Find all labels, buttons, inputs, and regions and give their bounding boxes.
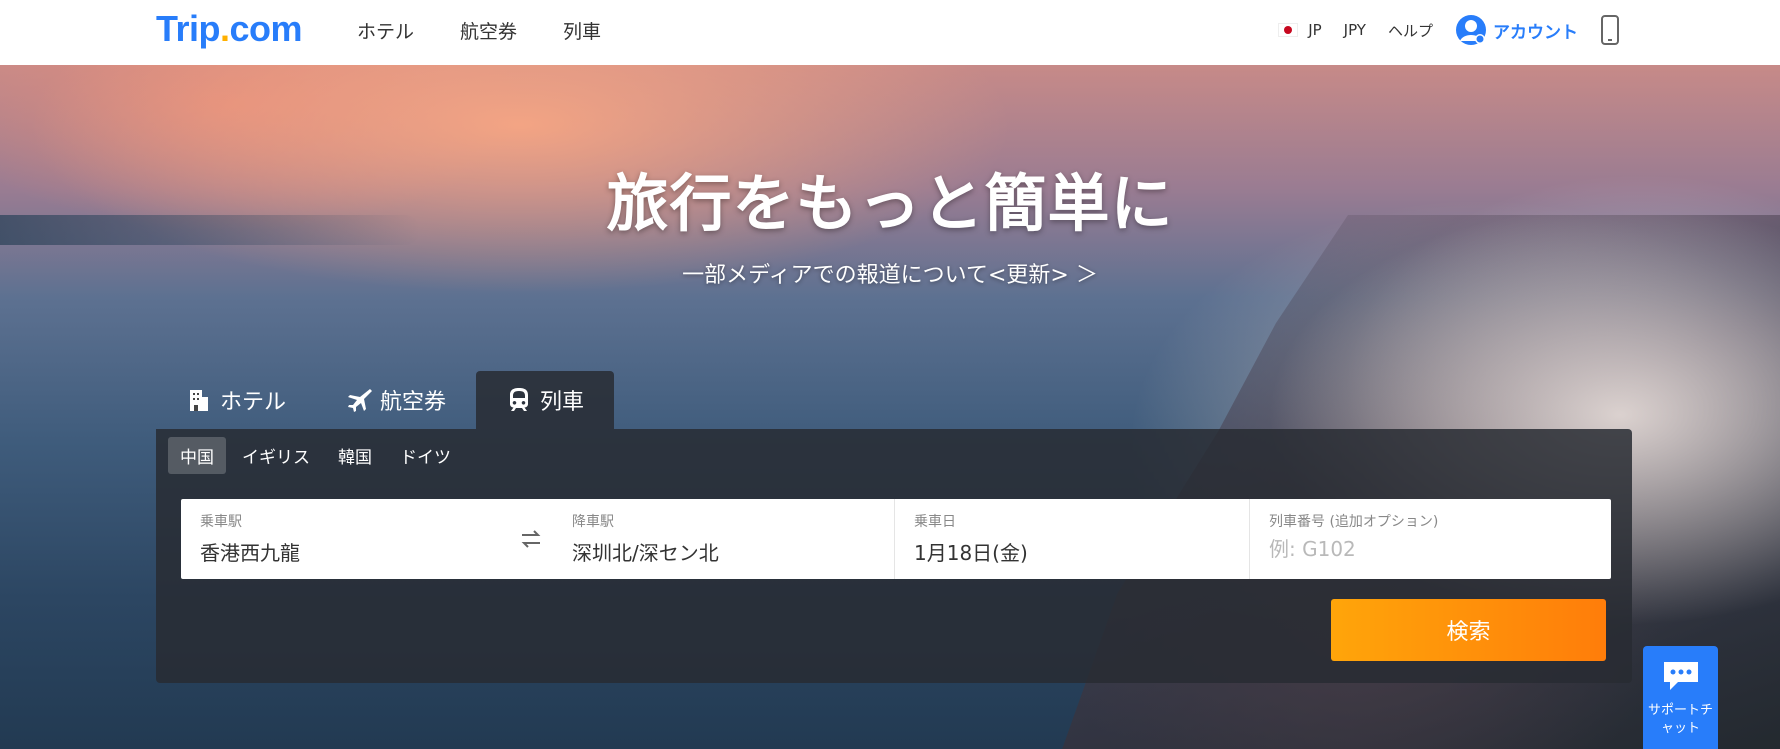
country-selector: 中国 イギリス 韓国 ドイツ (168, 437, 463, 474)
account-button[interactable]: アカウント (1455, 14, 1578, 46)
hero-banner: 旅行をもっと簡単に 一部メディアでの報道について<更新> ＞ ホテル 航空券 列… (0, 65, 1780, 749)
search-form: 乗車駅 香港西九龍 降車駅 深圳北/深セン北 乗車日 1月18日(金) 列車番号… (181, 499, 1611, 579)
departure-station-field[interactable]: 乗車駅 香港西九龍 (181, 499, 509, 579)
date-label: 乗車日 (914, 514, 956, 530)
country-germany[interactable]: ドイツ (388, 437, 463, 474)
nav-flights[interactable]: 航空券 (460, 17, 517, 44)
support-chat-button[interactable]: サポートチ ャット (1643, 646, 1718, 749)
header-utilities: JP JPY ヘルプ アカウント (1278, 10, 1620, 50)
train-number-input[interactable] (1269, 537, 1592, 561)
arrival-value[interactable]: 深圳北/深セン北 (572, 537, 875, 566)
swap-icon (521, 530, 541, 548)
language-selector[interactable]: JP (1278, 21, 1322, 39)
search-button[interactable]: 検索 (1331, 599, 1606, 661)
language-label: JP (1308, 21, 1322, 39)
country-china[interactable]: 中国 (168, 437, 226, 474)
logo-dot: . (220, 8, 230, 49)
currency-selector[interactable]: JPY (1344, 21, 1366, 39)
logo-text-main: Trip (156, 8, 221, 49)
train-icon (510, 388, 529, 411)
logo-text-suffix: com (229, 8, 303, 49)
support-chat-label: サポートチ ャット (1643, 702, 1718, 738)
departure-date-field[interactable]: 乗車日 1月18日(金) (895, 499, 1250, 579)
japan-flag-icon (1278, 23, 1299, 37)
train-search-panel: 中国 イギリス 韓国 ドイツ 乗車駅 香港西九龍 降車駅 深圳北/深セン北 乗車… (156, 429, 1632, 683)
plane-icon (348, 389, 373, 412)
nav-hotel[interactable]: ホテル (357, 17, 414, 44)
tab-flights[interactable]: 航空券 (316, 371, 476, 429)
hero-title: 旅行をもっと簡単に (606, 167, 1174, 240)
tab-hotel-label: ホテル (220, 390, 287, 415)
product-tabs: ホテル 航空券 列車 (156, 371, 615, 429)
top-header: Trip.com ホテル 航空券 列車 JP JPY ヘルプ アカウント (0, 0, 1780, 65)
swap-stations-button[interactable] (509, 499, 553, 579)
chat-bubble-icon (1663, 662, 1698, 690)
support-chat-line1: サポートチ (1647, 703, 1713, 718)
departure-value[interactable]: 香港西九龍 (200, 537, 490, 566)
mobile-app-icon[interactable] (1600, 15, 1620, 45)
tab-hotel[interactable]: ホテル (156, 371, 316, 429)
train-number-field[interactable]: 列車番号 (追加オプション) (1250, 499, 1611, 579)
tab-trains[interactable]: 列車 (476, 371, 615, 429)
user-avatar-icon (1456, 15, 1486, 45)
country-korea[interactable]: 韓国 (326, 437, 384, 474)
account-label: アカウント (1493, 22, 1578, 43)
departure-label: 乗車駅 (200, 514, 242, 530)
nav-trains[interactable]: 列車 (563, 17, 601, 44)
support-chat-line2: ャット (1660, 721, 1700, 736)
country-uk[interactable]: イギリス (230, 437, 322, 474)
media-notice-link[interactable]: 一部メディアでの報道について<更新> ＞ (0, 257, 1780, 289)
train-number-label: 列車番号 (追加オプション) (1269, 514, 1439, 530)
hotel-icon (190, 390, 208, 411)
tab-flights-label: 航空券 (380, 390, 447, 415)
trip-logo[interactable]: Trip.com (156, 8, 303, 50)
arrival-station-field[interactable]: 降車駅 深圳北/深セン北 (553, 499, 895, 579)
main-nav: ホテル 航空券 列車 (357, 17, 601, 44)
tab-trains-label: 列車 (540, 390, 585, 415)
date-value[interactable]: 1月18日(金) (914, 537, 1230, 566)
help-link[interactable]: ヘルプ (1388, 20, 1433, 41)
arrival-label: 降車駅 (572, 514, 614, 530)
